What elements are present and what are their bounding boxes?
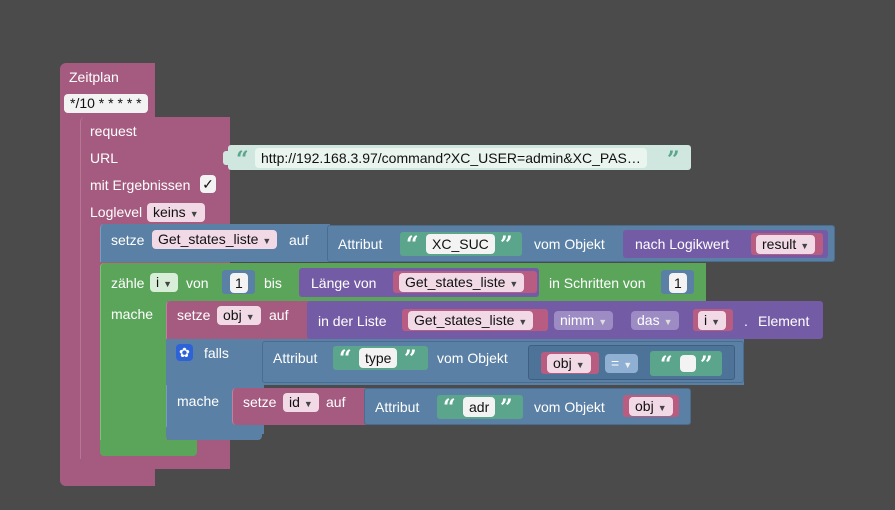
adr-input[interactable]: adr (463, 397, 496, 417)
nimm-value: nimm (560, 312, 595, 328)
url-label: URL (90, 150, 119, 166)
open-quote-icon: “ (236, 147, 249, 173)
id-obj-name: obj (635, 398, 654, 414)
list-var-dropdown[interactable]: Get_states_liste ▼ (408, 311, 534, 330)
step-label: in Schritten von (549, 275, 646, 291)
if-bottom (166, 427, 262, 440)
index-dropdown[interactable]: i ▼ (698, 311, 727, 330)
loglevel-value: keins (153, 204, 186, 220)
bis-label: bis (264, 275, 282, 291)
zaehle-label: zähle (111, 275, 145, 291)
type-input[interactable]: type (359, 348, 398, 368)
obj-var-dropdown[interactable]: obj ▼ (217, 306, 261, 325)
loop-var-name: i (156, 274, 160, 290)
url-input[interactable]: http://192.168.3.97/command?XC_USER=admi… (255, 148, 647, 168)
obj-label: vom Objekt (534, 236, 605, 252)
cron-field[interactable]: */10 * * * * * (64, 94, 148, 113)
chevron-down-icon: ▼ (800, 241, 810, 251)
nimm-dropdown[interactable]: nimm ▼ (554, 311, 614, 330)
close-quote-icon: ” (500, 395, 513, 421)
index-name: i (704, 312, 708, 328)
length-var-dropdown[interactable]: Get_states_liste ▼ (399, 273, 525, 292)
step-input[interactable]: 1 (669, 273, 687, 293)
for-loop-bottom (100, 440, 197, 456)
open-quote-icon: “ (443, 395, 456, 421)
mache-label-if: mache (177, 393, 220, 409)
chevron-down-icon: ▼ (711, 317, 721, 327)
auf-label: auf (289, 232, 309, 248)
for-loop-body-rail (100, 300, 167, 452)
von-label: von (186, 275, 209, 291)
das-value: das (637, 312, 660, 328)
open-quote-icon: “ (339, 346, 352, 372)
empty-input[interactable] (680, 355, 696, 372)
length-label: Länge von (311, 275, 377, 291)
chevron-down-icon: ▼ (262, 236, 272, 246)
open-quote-icon: “ (406, 232, 419, 258)
gear-icon[interactable]: ✿ (176, 344, 193, 361)
length-var-name: Get_states_liste (405, 274, 506, 290)
das-dropdown[interactable]: das ▼ (631, 311, 679, 330)
result-dropdown[interactable]: result ▼ (756, 235, 816, 254)
request-block-bottom (80, 459, 230, 469)
mache-label-loop: mache (111, 306, 154, 322)
close-quote-icon: ” (700, 352, 713, 378)
setze-label: setze (111, 232, 145, 248)
schedule-block-bottom (60, 475, 155, 486)
schedule-label: Zeitplan (69, 69, 119, 85)
result-value: result (762, 236, 797, 252)
chevron-down-icon: ▼ (509, 279, 519, 289)
list-var-name: Get_states_liste (414, 312, 515, 328)
auf-label: auf (326, 394, 346, 410)
url-socket (223, 151, 229, 165)
var-dropdown-states[interactable]: Get_states_liste ▼ (152, 230, 278, 249)
auf-label: auf (269, 307, 289, 323)
loglevel-dropdown[interactable]: keins ▼ (147, 203, 205, 222)
obj-label: vom Objekt (437, 350, 508, 366)
loop-var-dropdown[interactable]: i ▼ (150, 273, 179, 292)
id-obj-dropdown[interactable]: obj ▼ (629, 397, 673, 416)
chevron-down-icon: ▼ (303, 399, 313, 409)
results-label: mit Ergebnissen (90, 177, 191, 193)
request-label: request (90, 123, 137, 139)
chevron-down-icon: ▼ (575, 360, 585, 370)
element-label: Element (758, 313, 810, 329)
setze-label: setze (243, 394, 277, 410)
attr-label: Attribut (273, 350, 318, 366)
close-quote-icon: ” (500, 232, 513, 258)
obj-var-name: obj (223, 307, 242, 323)
close-quote-icon: ” (667, 147, 680, 173)
dot-label: . (744, 313, 748, 329)
chevron-down-icon: ▼ (663, 317, 673, 327)
id-var-dropdown[interactable]: id ▼ (283, 393, 319, 412)
chevron-down-icon: ▼ (623, 360, 633, 370)
list-label: in der Liste (318, 313, 387, 329)
var-name: Get_states_liste (158, 231, 259, 247)
chevron-down-icon: ▼ (189, 209, 199, 219)
loglevel-label: Loglevel (90, 204, 143, 220)
chevron-down-icon: ▼ (598, 317, 608, 327)
compare-obj-name: obj (553, 355, 572, 371)
compare-obj-dropdown[interactable]: obj ▼ (547, 354, 591, 373)
attr-label: Attribut (338, 236, 383, 252)
from-input[interactable]: 1 (230, 273, 248, 293)
attr-label: Attribut (375, 399, 420, 415)
results-checkbox[interactable]: ✓ (200, 175, 216, 193)
obj-label: vom Objekt (534, 399, 605, 415)
setze-label: setze (177, 307, 211, 323)
close-quote-icon: ” (404, 346, 417, 372)
chevron-down-icon: ▼ (245, 312, 255, 322)
operator-dropdown[interactable]: = ▼ (605, 354, 639, 373)
falls-label: falls (204, 345, 229, 361)
open-quote-icon: “ (660, 352, 673, 378)
chevron-down-icon: ▼ (518, 317, 528, 327)
logic-label: nach Logikwert (635, 236, 730, 252)
id-var-name: id (289, 394, 300, 410)
chevron-down-icon: ▼ (657, 403, 667, 413)
attr-input[interactable]: XC_SUC (426, 234, 495, 254)
chevron-down-icon: ▼ (163, 279, 173, 289)
operator-value: = (611, 355, 620, 371)
